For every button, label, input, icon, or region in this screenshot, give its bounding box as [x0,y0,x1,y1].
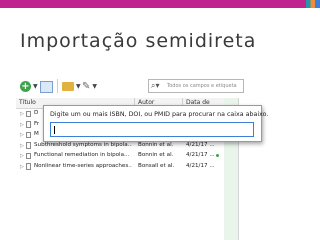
chevron-down-icon: ▼ [76,83,81,90]
list-item[interactable]: ▷ Nonlinear time-series approaches... Bo… [16,162,238,173]
expand-icon[interactable]: ▷ [20,122,24,128]
identifier-prompt: Digite um ou mais ISBN, DOI, ou PMID par… [50,111,269,118]
expand-icon[interactable]: ▷ [20,143,24,149]
accent-strip [306,0,320,8]
slide-top-bar [0,0,320,8]
item-title: Nonlinear time-series approaches... [34,162,132,169]
document-icon [26,163,31,170]
search-placeholder: Todos os campos e etiqueta [167,83,237,89]
item-author: Bonnin et al. [138,141,174,148]
status-dot [216,154,219,157]
search-icon: ⌕▾ [151,81,160,90]
expand-icon[interactable]: ▷ [20,132,24,138]
expand-icon[interactable]: ▷ [20,153,24,159]
item-title: Subthreshold symptoms in bipola... [34,141,132,148]
new-collection-button[interactable]: ▼ [62,80,81,93]
expand-icon[interactable]: ▷ [20,164,24,170]
toolbar: + ▼ ▼ ✎ ▼ ⌕▾ Todos os campos e etiqueta [16,74,320,98]
item-date: 4/21/17 ... [186,162,215,169]
chevron-down-icon: ▼ [92,83,98,90]
document-icon [26,131,31,138]
document-icon [26,152,31,159]
document-icon [26,142,31,149]
new-collection-icon [62,82,74,91]
list-item[interactable]: ▷ Functional remediation in bipola... Bo… [16,151,238,162]
slide-title: Importação semidireta [20,30,257,52]
attachment-button[interactable]: ✎ ▼ [82,80,97,93]
new-item-button[interactable]: + ▼ [20,80,38,93]
item-date: 4/21/17 ... [186,152,215,158]
new-item-icon: + [20,81,31,92]
text-cursor [54,126,55,134]
add-by-identifier-button[interactable] [40,80,53,93]
item-date: 4/21/17 ... [186,141,215,148]
search-input[interactable]: ⌕▾ Todos os campos e etiqueta [148,79,244,93]
column-title[interactable]: Título [19,99,36,106]
app-screenshot: + ▼ ▼ ✎ ▼ ⌕▾ Todos os campos e etiqueta … [16,74,320,240]
document-icon [26,121,31,128]
expand-icon[interactable]: ▷ [20,111,24,117]
identifier-popup: Digite um ou mais ISBN, DOI, ou PMID par… [43,105,268,142]
item-author: Bonnin et al. [138,152,174,158]
attachment-icon: ✎ [82,81,91,92]
chevron-down-icon: ▼ [33,83,38,90]
item-title: Functional remediation in bipola... [34,152,130,158]
toolbar-separator [57,79,58,93]
item-author: Bonsall et al. [138,162,175,169]
add-by-identifier-icon [40,80,53,93]
list-item[interactable]: ▷ Subthreshold symptoms in bipola... Bon… [16,141,238,152]
identifier-input[interactable] [50,122,254,137]
document-icon [26,110,31,117]
